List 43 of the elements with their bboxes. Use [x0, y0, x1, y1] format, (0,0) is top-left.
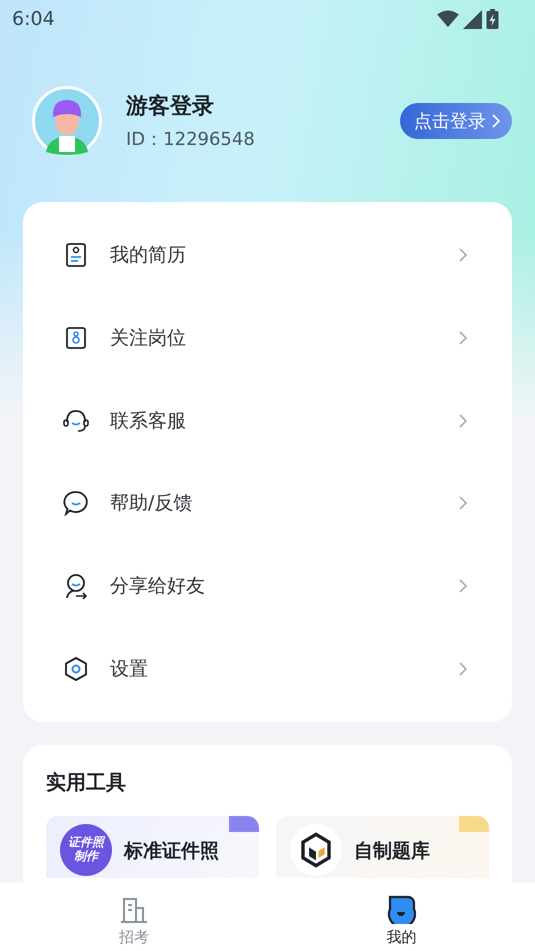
chevron-icon — [458, 248, 468, 262]
menu-label: 设置 — [110, 656, 149, 682]
headset-icon — [63, 408, 89, 434]
document-icon — [63, 242, 89, 268]
cube-logo-icon — [290, 824, 342, 876]
status-time: 6:04 — [12, 8, 55, 30]
menu-item[interactable]: 我的简历 — [23, 214, 512, 297]
chat-bubble-icon — [63, 490, 89, 516]
menu-item[interactable]: 关注岗位 — [23, 296, 512, 380]
chevron-icon — [458, 414, 468, 428]
menu-item[interactable]: 设置 — [23, 627, 512, 710]
battery-icon — [486, 9, 499, 29]
menu-item[interactable]: 联系客服 — [23, 379, 512, 462]
chevron-icon — [458, 662, 468, 676]
chevron-icon — [458, 496, 468, 510]
settings-icon — [63, 656, 89, 682]
menu-label: 分享给好友 — [110, 574, 206, 600]
wifi-icon — [437, 10, 459, 28]
user-badge-icon — [386, 894, 416, 924]
tag-icon — [63, 325, 89, 352]
menu-item[interactable]: 分享给好友 — [23, 544, 512, 628]
user-id: ID：12296548 — [126, 128, 256, 151]
chevron-icon — [492, 114, 500, 128]
chevron-icon — [458, 579, 468, 594]
menu-item[interactable]: 帮助/反馈 — [23, 462, 512, 545]
signal-icon — [463, 10, 482, 28]
menu-label: 帮助/反馈 — [110, 491, 194, 516]
login-button[interactable]: 点击登录 — [400, 103, 512, 139]
menu-label: 我的简历 — [110, 243, 187, 268]
menu-label: 关注岗位 — [110, 326, 187, 352]
tool-title: 标准证件照 — [124, 839, 219, 864]
tab-item[interactable]: 我的 — [268, 883, 535, 951]
user-name: 游客登录 — [126, 92, 215, 121]
avatar-icon — [32, 86, 102, 156]
logo-text: 制作 — [74, 850, 98, 864]
tool-card[interactable]: 证件照 制作 标准证件照 — [46, 816, 259, 878]
logo-text: 证件照 — [68, 836, 104, 850]
menu-label: 联系客服 — [110, 408, 187, 434]
chevron-icon — [458, 331, 468, 346]
tool-title: 自制题库 — [354, 839, 430, 864]
user-share-icon — [63, 573, 89, 600]
section-title: 实用工具 — [46, 769, 127, 796]
tool-card[interactable]: 自制题库 — [276, 816, 489, 878]
